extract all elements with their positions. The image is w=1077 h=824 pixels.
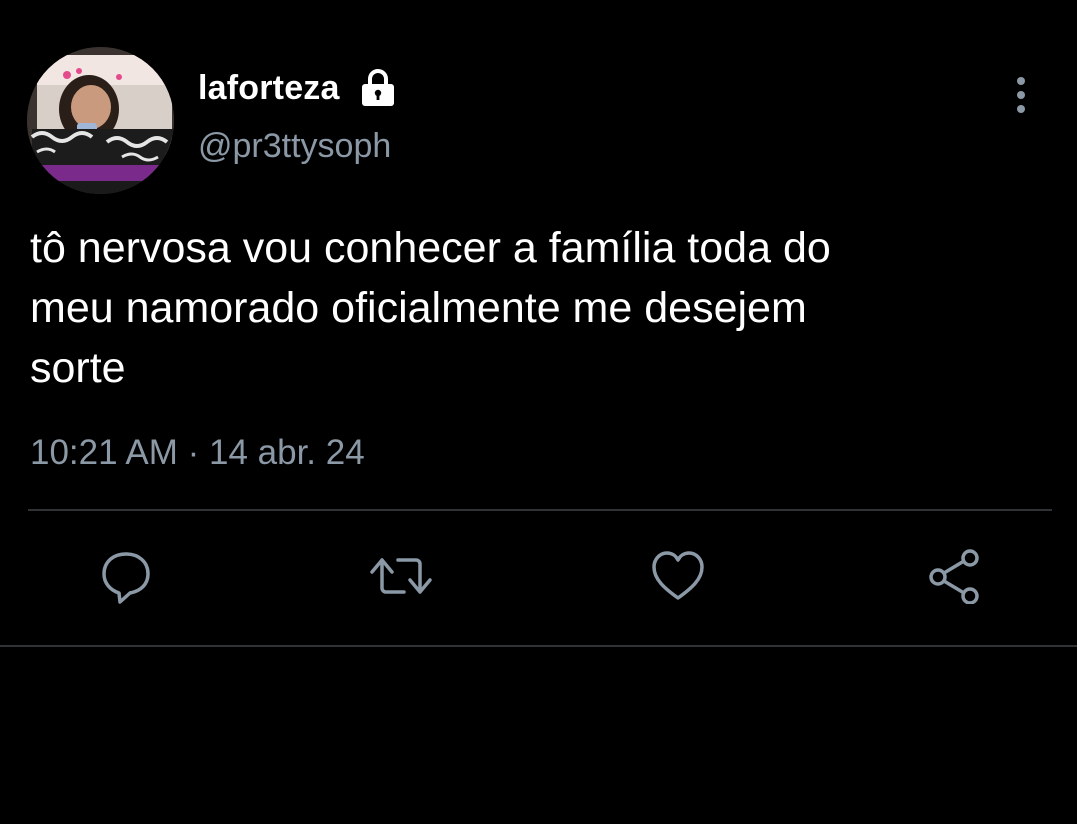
divider: [28, 509, 1052, 511]
avatar-image: [27, 47, 174, 194]
tweet-text: tô nervosa vou conhecer a família toda d…: [30, 224, 831, 392]
lock-icon: [358, 68, 398, 108]
share-icon: [926, 548, 982, 609]
more-vertical-icon[interactable]: [1006, 76, 1036, 116]
display-name-row: laforteza: [198, 64, 398, 112]
retweet-button[interactable]: [368, 545, 434, 611]
heart-icon: [650, 548, 706, 609]
user-handle[interactable]: @pr3ttysoph: [198, 127, 391, 166]
retweet-icon: [368, 548, 434, 609]
tweet-timestamp[interactable]: 10:21 AM · 14 abr. 24: [30, 433, 365, 473]
display-name[interactable]: laforteza: [198, 69, 340, 108]
tweet: laforteza @pr3ttysoph tô nervosa vou con…: [0, 0, 1077, 648]
avatar[interactable]: [27, 47, 174, 194]
share-button[interactable]: [921, 545, 987, 611]
divider: [0, 645, 1077, 647]
reply-icon: [98, 548, 154, 609]
action-bar: [0, 545, 1077, 611]
reply-button[interactable]: [93, 545, 159, 611]
like-button[interactable]: [645, 545, 711, 611]
